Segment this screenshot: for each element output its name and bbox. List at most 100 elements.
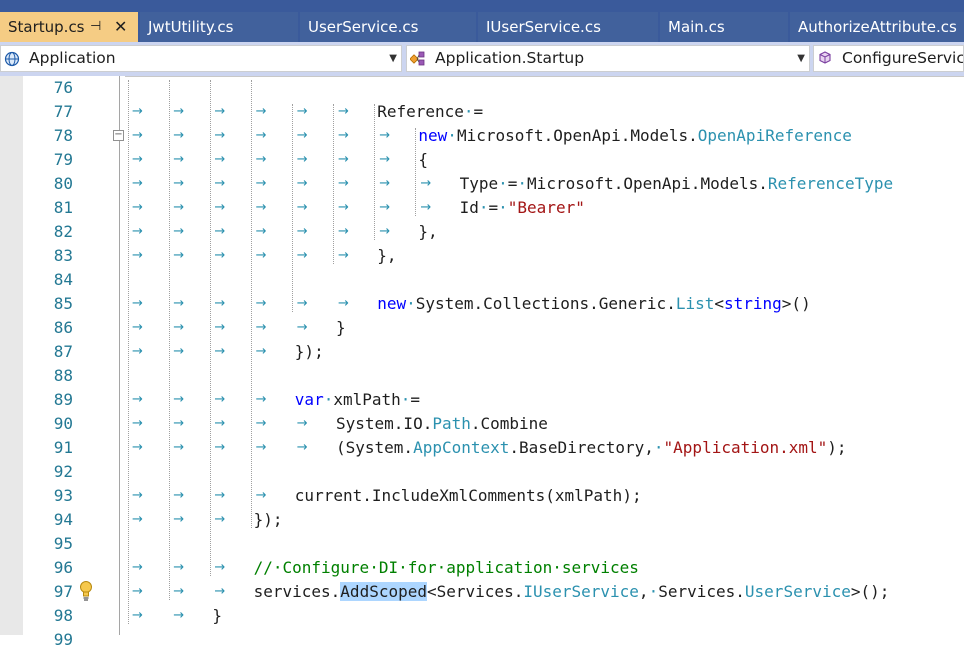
- chevron-down-icon: ▼: [797, 53, 805, 64]
- code-token: services.: [253, 582, 341, 601]
- lightbulb-icon[interactable]: [78, 580, 94, 602]
- tab-whitespace-marker: →: [214, 560, 226, 575]
- code-token: OpenApiReference: [697, 126, 852, 145]
- code-token: Microsoft.OpenApi.Models.: [527, 174, 768, 193]
- tab-whitespace-marker: →: [132, 392, 143, 407]
- tab-whitespace-marker: →: [132, 296, 143, 311]
- code-token: ·: [648, 582, 659, 601]
- code-token: }: [336, 318, 346, 337]
- tab-whitespace-marker: →: [132, 176, 143, 191]
- line-number: 90: [53, 414, 73, 433]
- line-number: 85: [53, 294, 73, 313]
- project-dropdown[interactable]: Application ▼: [0, 45, 402, 72]
- tab-whitespace-marker: →: [338, 224, 349, 239]
- code-token: Reference: [377, 102, 464, 121]
- code-token: },: [418, 222, 438, 241]
- code-token: System.IO.: [336, 414, 433, 433]
- indicator-margin: [0, 76, 23, 635]
- collapse-icon[interactable]: −: [113, 130, 124, 141]
- code-line[interactable]: (System.AppContext.BaseDirectory,·"Appli…: [336, 436, 847, 460]
- tab-startup-cs[interactable]: Startup.cs ⊣ ✕: [0, 12, 138, 42]
- code-token: ·: [517, 174, 528, 193]
- tab-label: UserService.cs: [308, 18, 419, 36]
- code-token: UserService: [744, 582, 851, 601]
- tab-whitespace-marker: →: [132, 560, 143, 575]
- tab-whitespace-marker: →: [338, 296, 349, 311]
- tab-whitespace-marker: →: [132, 488, 143, 503]
- tab-jwtutility-cs[interactable]: JwtUtility.cs: [140, 12, 298, 42]
- code-token: },: [377, 246, 397, 265]
- tab-whitespace-marker: →: [420, 200, 432, 215]
- code-token: "Bearer": [507, 198, 585, 217]
- tab-whitespace-marker: →: [255, 104, 267, 119]
- code-token: ·: [406, 294, 416, 313]
- pin-icon[interactable]: ⊣: [90, 12, 101, 42]
- member-dropdown[interactable]: ConfigureServices: [813, 45, 964, 72]
- code-token: var: [294, 390, 324, 409]
- code-line[interactable]: var·xmlPath·=: [295, 388, 420, 412]
- tab-whitespace-marker: →: [255, 200, 267, 215]
- tab-whitespace-marker: →: [132, 248, 143, 263]
- indent-guide: [251, 80, 253, 528]
- tab-whitespace-marker: →: [420, 176, 432, 191]
- tab-label: AuthorizeAttribute.cs: [798, 18, 957, 36]
- code-line[interactable]: new·System.Collections.Generic.List<stri…: [377, 292, 811, 316]
- code-line[interactable]: current.IncludeXmlComments(xmlPath);: [295, 484, 642, 508]
- type-dropdown[interactable]: Application.Startup ▼: [406, 45, 810, 72]
- code-token: =: [507, 174, 518, 193]
- line-number: 93: [53, 486, 73, 505]
- line-number: 89: [53, 390, 73, 409]
- code-line[interactable]: Id·=·"Bearer": [460, 196, 585, 220]
- line-number: 77: [53, 102, 73, 121]
- close-icon[interactable]: ✕: [114, 12, 127, 42]
- tab-whitespace-marker: →: [132, 608, 143, 623]
- navigation-bar: Application ▼ Application.Startup ▼ Conf…: [0, 42, 964, 77]
- document-tab-bar: Startup.cs ⊣ ✕ JwtUtility.cs UserService…: [0, 0, 964, 42]
- line-number: 97: [53, 582, 73, 601]
- code-line[interactable]: Type·=·Microsoft.OpenApi.Models.Referenc…: [460, 172, 894, 196]
- indent-guide: [292, 104, 294, 312]
- code-token: new: [418, 126, 448, 145]
- code-line[interactable]: }: [336, 316, 346, 340]
- code-line[interactable]: }: [212, 604, 222, 628]
- tab-whitespace-marker: →: [132, 584, 143, 599]
- code-line[interactable]: Reference·=: [377, 100, 483, 124]
- globe-project-icon: [4, 46, 20, 71]
- tab-main-cs[interactable]: Main.cs: [660, 12, 788, 42]
- code-line[interactable]: System.IO.Path.Combine: [336, 412, 548, 436]
- tab-whitespace-marker: →: [379, 200, 391, 215]
- code-line[interactable]: });: [254, 508, 283, 532]
- selected-token: AddScoped: [340, 582, 427, 601]
- line-number: 78: [53, 126, 73, 145]
- code-line[interactable]: services.AddScoped<Services.IUserService…: [253, 580, 889, 604]
- tab-whitespace-marker: →: [214, 104, 226, 119]
- tab-whitespace-marker: →: [296, 224, 308, 239]
- tab-whitespace-marker: →: [379, 128, 391, 143]
- tab-whitespace-marker: →: [338, 176, 349, 191]
- line-number: 99: [53, 630, 73, 649]
- code-token: {: [418, 150, 429, 169]
- tab-authorizeattribute-cs[interactable]: AuthorizeAttribute.cs: [790, 12, 964, 42]
- code-line[interactable]: },: [418, 220, 437, 244]
- tab-whitespace-marker: →: [214, 488, 226, 503]
- code-line[interactable]: new·Microsoft.OpenApi.Models.OpenApiRefe…: [418, 124, 852, 148]
- code-token: Services.: [658, 582, 745, 601]
- code-token: AppContext: [413, 438, 510, 457]
- chevron-down-icon: ▼: [389, 53, 397, 64]
- tab-whitespace-marker: →: [379, 176, 391, 191]
- code-token: });: [253, 510, 283, 529]
- indent-guide: [169, 80, 171, 600]
- indent-guide: [415, 128, 417, 216]
- indent-guide: [128, 80, 130, 624]
- code-line[interactable]: //·Configure·DI·for·application·services: [254, 556, 639, 580]
- tab-iuserservice-cs[interactable]: IUserService.cs: [478, 12, 658, 42]
- tab-userservice-cs[interactable]: UserService.cs: [300, 12, 476, 42]
- tab-whitespace-marker: →: [173, 440, 185, 455]
- code-token: ·: [400, 390, 411, 409]
- tab-whitespace-marker: →: [214, 200, 226, 215]
- tab-whitespace-marker: →: [132, 440, 143, 455]
- tab-whitespace-marker: →: [214, 344, 226, 359]
- code-line[interactable]: },: [377, 244, 396, 268]
- code-line[interactable]: {: [418, 148, 428, 172]
- code-line[interactable]: });: [295, 340, 324, 364]
